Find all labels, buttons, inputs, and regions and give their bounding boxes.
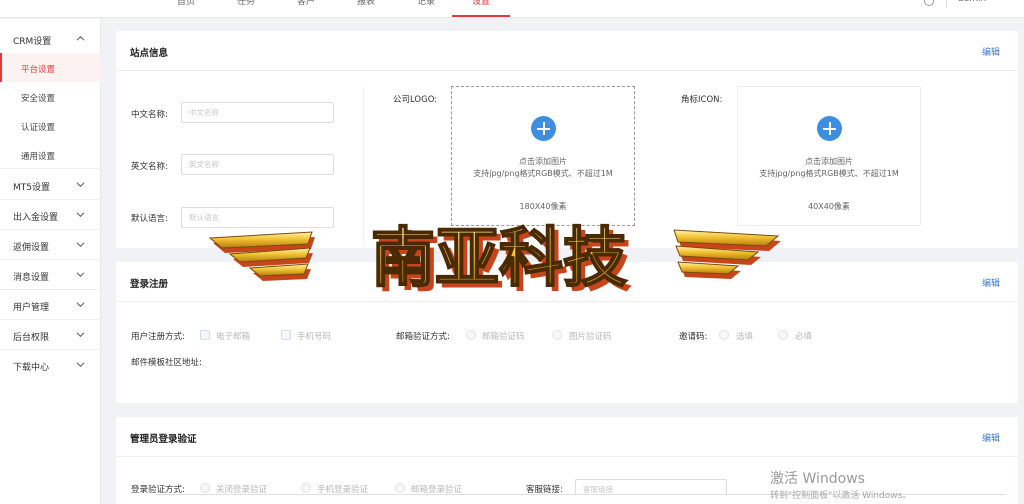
sidebar-group-rebate[interactable]: 返佣设置 [0,230,101,260]
invite-required-radio[interactable] [778,330,788,340]
invite-code-label: 邀请码: [679,332,708,342]
image-code-radio[interactable] [552,330,562,340]
email-code-label: 邮箱验证码 [482,332,525,342]
upload-hint-text: 支持jpg/png格式RGB模式、不超过1M [473,169,613,178]
edit-link[interactable]: 编辑 [982,431,1000,444]
sidebar-item-general[interactable]: 通用设置 [0,140,101,169]
windows-activation-hint: 转到"控制面板"以激活 Windows。 [770,491,912,501]
chevron-down-icon [76,212,85,218]
chevron-down-icon [76,272,85,278]
company-watermark-logo: 南亚科技 南亚科技 [208,221,781,298]
phone-option-label: 手机号码 [297,332,332,342]
nav-tab-settings[interactable]: 设置 [472,0,490,7]
invite-optional-label: 选填 [736,332,754,342]
card-title: 管理员登录验证 [130,434,197,445]
edit-link[interactable]: 编辑 [982,276,1000,289]
email-checkbox[interactable] [200,330,210,340]
nav-tab-reports[interactable]: 报表 [357,0,375,7]
email-verify-label: 邮箱验证方式: [396,332,450,342]
sidebar-item-label: 通用设置 [21,152,56,162]
sidebar-group-permissions[interactable]: 后台权限 [0,320,101,350]
sidebar-group-mt5[interactable]: MT5设置 [0,170,101,200]
watermark-text: 南亚科技 [371,222,627,296]
edit-link[interactable]: 编辑 [982,45,1000,58]
phone-checkbox[interactable] [281,330,291,340]
email-community-label: 邮件模板社区地址: [131,358,202,368]
verify-off-radio[interactable] [200,483,210,493]
sidebar-group-crm[interactable]: CRM设置 [0,24,101,54]
upload-add-text: 点击添加图片 [519,157,567,166]
en-name-label: 英文名称: [131,162,168,172]
sidebar-group-deposit[interactable]: 出入金设置 [0,200,101,230]
card-header: 站点信息 编辑 [116,31,1018,71]
verify-phone-radio[interactable] [301,483,311,493]
sidebar-item-security[interactable]: 安全设置 [0,82,101,111]
sidebar-group-label: 消息设置 [13,273,50,283]
en-name-input[interactable] [181,154,334,175]
sidebar-item-platform[interactable]: 平台设置 [0,53,101,82]
corner-icon-label: 角标ICON: [681,95,723,105]
sidebar: CRM设置 平台设置 安全设置 认证设置 通用设置 MT5设置 出入金设置 返佣… [0,19,101,504]
sidebar-group-label: MT5设置 [13,183,50,193]
chevron-down-icon [76,242,85,248]
sidebar-group-downloads[interactable]: 下载中心 [0,350,101,380]
cn-name-label: 中文名称: [131,110,168,120]
sidebar-item-auth[interactable]: 认证设置 [0,111,101,140]
active-tab-indicator [452,15,510,17]
invite-required-label: 必填 [795,332,813,342]
upload-add-text: 点击添加图片 [805,157,853,166]
chevron-down-icon [76,332,85,338]
nav-tab-records[interactable]: 记录 [417,0,435,7]
verify-email-radio[interactable] [395,483,405,493]
sidebar-item-label: 平台设置 [21,65,56,75]
upload-hint-text: 支持jpg/png格式RGB模式、不超过1M [759,169,899,178]
sidebar-group-label: 返佣设置 [13,243,50,253]
sidebar-item-label: 认证设置 [21,123,56,133]
invite-optional-radio[interactable] [719,330,729,340]
chevron-down-icon [76,362,85,368]
default-lang-label: 默认语言: [131,214,168,224]
register-method-label: 用户注册方式: [131,332,185,342]
sidebar-item-label: 安全设置 [21,94,56,104]
nav-divider [946,0,947,8]
sidebar-group-message[interactable]: 消息设置 [0,260,101,290]
username[interactable]: admin [958,0,986,4]
sidebar-group-label: 下载中心 [13,363,50,373]
chevron-down-icon [76,302,85,308]
left-wing-icon [208,231,315,281]
nav-tab-tasks[interactable]: 任务 [237,0,255,7]
sidebar-group-label: CRM设置 [13,37,52,47]
cn-name-input[interactable] [181,102,334,123]
email-code-radio[interactable] [466,330,476,340]
chevron-up-icon [76,35,85,41]
user-avatar-icon[interactable] [924,0,934,6]
right-wing-icon [673,229,781,279]
add-image-icon[interactable] [817,116,842,141]
sidebar-group-label: 出入金设置 [13,213,59,223]
sidebar-group-label: 用户管理 [13,303,50,313]
email-option-label: 电子邮箱 [216,332,251,342]
card-title: 登录注册 [130,279,169,290]
top-nav: 首页 任务 客户 报表 记录 设置 admin [0,0,1024,18]
card-title: 站点信息 [130,48,169,59]
windows-activation-title: 激活 Windows [770,471,865,487]
active-indicator [0,53,2,82]
image-code-label: 图片验证码 [569,332,612,342]
nav-tab-customers[interactable]: 客户 [297,0,315,7]
sidebar-group-users[interactable]: 用户管理 [0,290,101,320]
sidebar-group-label: 后台权限 [13,333,50,343]
nav-tab-home[interactable]: 首页 [177,0,195,7]
chevron-down-icon [76,182,85,188]
card-header: 管理员登录验证 编辑 [116,417,1018,457]
add-image-icon[interactable] [531,116,556,141]
company-logo-label: 公司LOGO: [393,95,438,105]
